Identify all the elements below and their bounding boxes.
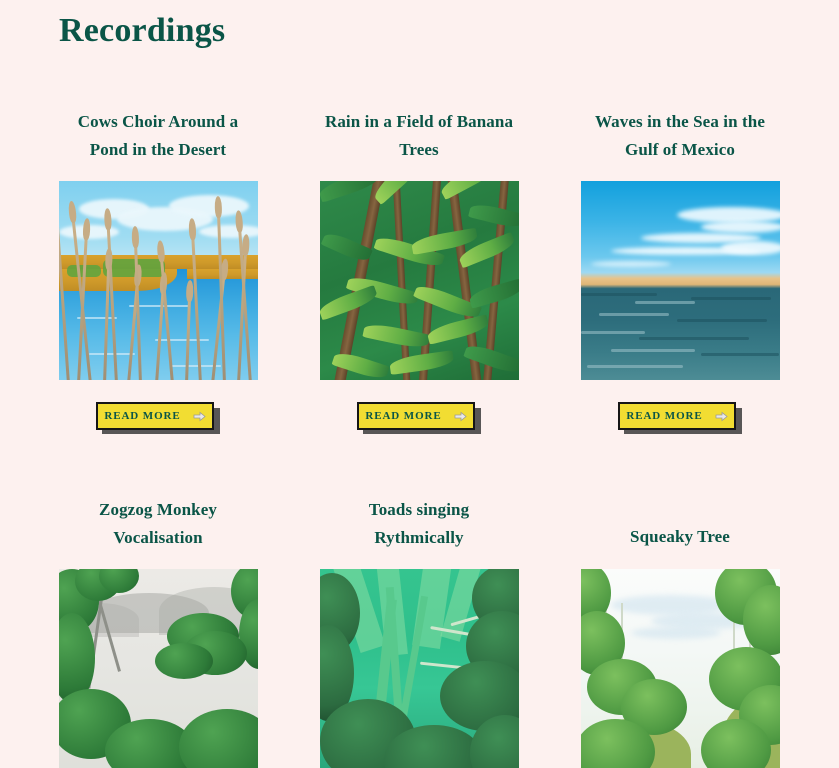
arrow-right-icon	[715, 410, 728, 423]
pond-in-the-desert-painting	[58, 181, 258, 380]
recording-title: Rain in a Field of Banana Trees	[319, 108, 519, 164]
arrow-right-icon	[193, 410, 206, 423]
recording-title-line: Toads singing	[368, 500, 470, 519]
recording-title: Cows Choir Around a Pond in the Desert	[58, 108, 258, 164]
recording-title-line: Cows Choir Around a	[77, 112, 239, 131]
read-more-label: READ MORE	[365, 410, 442, 422]
gulf-of-mexico-sea-painting	[580, 181, 780, 380]
recording-thumbnail[interactable]	[58, 181, 258, 380]
read-more-button-wrap[interactable]: READ MORE	[618, 402, 742, 434]
pale-sky-trees-painting	[580, 569, 780, 768]
recording-title-line: Gulf of Mexico	[625, 140, 735, 159]
read-more-button-wrap[interactable]: READ MORE	[96, 402, 220, 434]
recording-card[interactable]: Rain in a Field of Banana Trees READ MOR…	[319, 108, 519, 434]
recording-title-line: Vocalisation	[113, 528, 203, 547]
recording-title-line: Squeaky Tree	[630, 527, 730, 546]
green-tree-canopy-painting	[319, 569, 519, 768]
read-more-label: READ MORE	[626, 410, 703, 422]
recording-title-line: Waves in the Sea in the	[595, 112, 765, 131]
read-more-label: READ MORE	[104, 410, 181, 422]
recording-title: Squeaky Tree	[580, 496, 780, 552]
recording-thumbnail[interactable]	[319, 181, 519, 380]
recording-title-line: Zogzog Monkey	[99, 500, 217, 519]
recordings-grid: Cows Choir Around a Pond in the Desert R…	[58, 108, 780, 768]
recording-card[interactable]: Waves in the Sea in the Gulf of Mexico R…	[580, 108, 780, 434]
misty-forest-painting	[58, 569, 258, 768]
read-more-button-wrap[interactable]: READ MORE	[357, 402, 481, 434]
recording-title: Toads singing Rythmically	[319, 496, 519, 552]
recording-title-line: Pond in the Desert	[89, 140, 227, 159]
recording-title: Waves in the Sea in the Gulf of Mexico	[580, 108, 780, 164]
recording-title-line: Rythmically	[374, 528, 464, 547]
read-more-button[interactable]: READ MORE	[357, 402, 475, 430]
read-more-button[interactable]: READ MORE	[618, 402, 736, 430]
recording-card[interactable]: Cows Choir Around a Pond in the Desert R…	[58, 108, 258, 434]
read-more-button[interactable]: READ MORE	[96, 402, 214, 430]
arrow-right-icon	[454, 410, 467, 423]
page-title: Recordings	[59, 12, 226, 49]
recording-thumbnail[interactable]	[58, 569, 258, 768]
recording-card[interactable]: Zogzog Monkey Vocalisation	[58, 496, 258, 768]
recording-title-line: Trees	[399, 140, 439, 159]
recording-title: Zogzog Monkey Vocalisation	[58, 496, 258, 552]
recording-thumbnail[interactable]	[319, 569, 519, 768]
recording-thumbnail[interactable]	[580, 569, 780, 768]
recording-thumbnail[interactable]	[580, 181, 780, 380]
recording-card[interactable]: Toads singing Rythmically	[319, 496, 519, 768]
recording-title-line: Rain in a Field of Banana	[324, 112, 514, 131]
recording-card[interactable]: Squeaky Tree	[580, 496, 780, 768]
banana-trees-painting	[319, 181, 519, 380]
